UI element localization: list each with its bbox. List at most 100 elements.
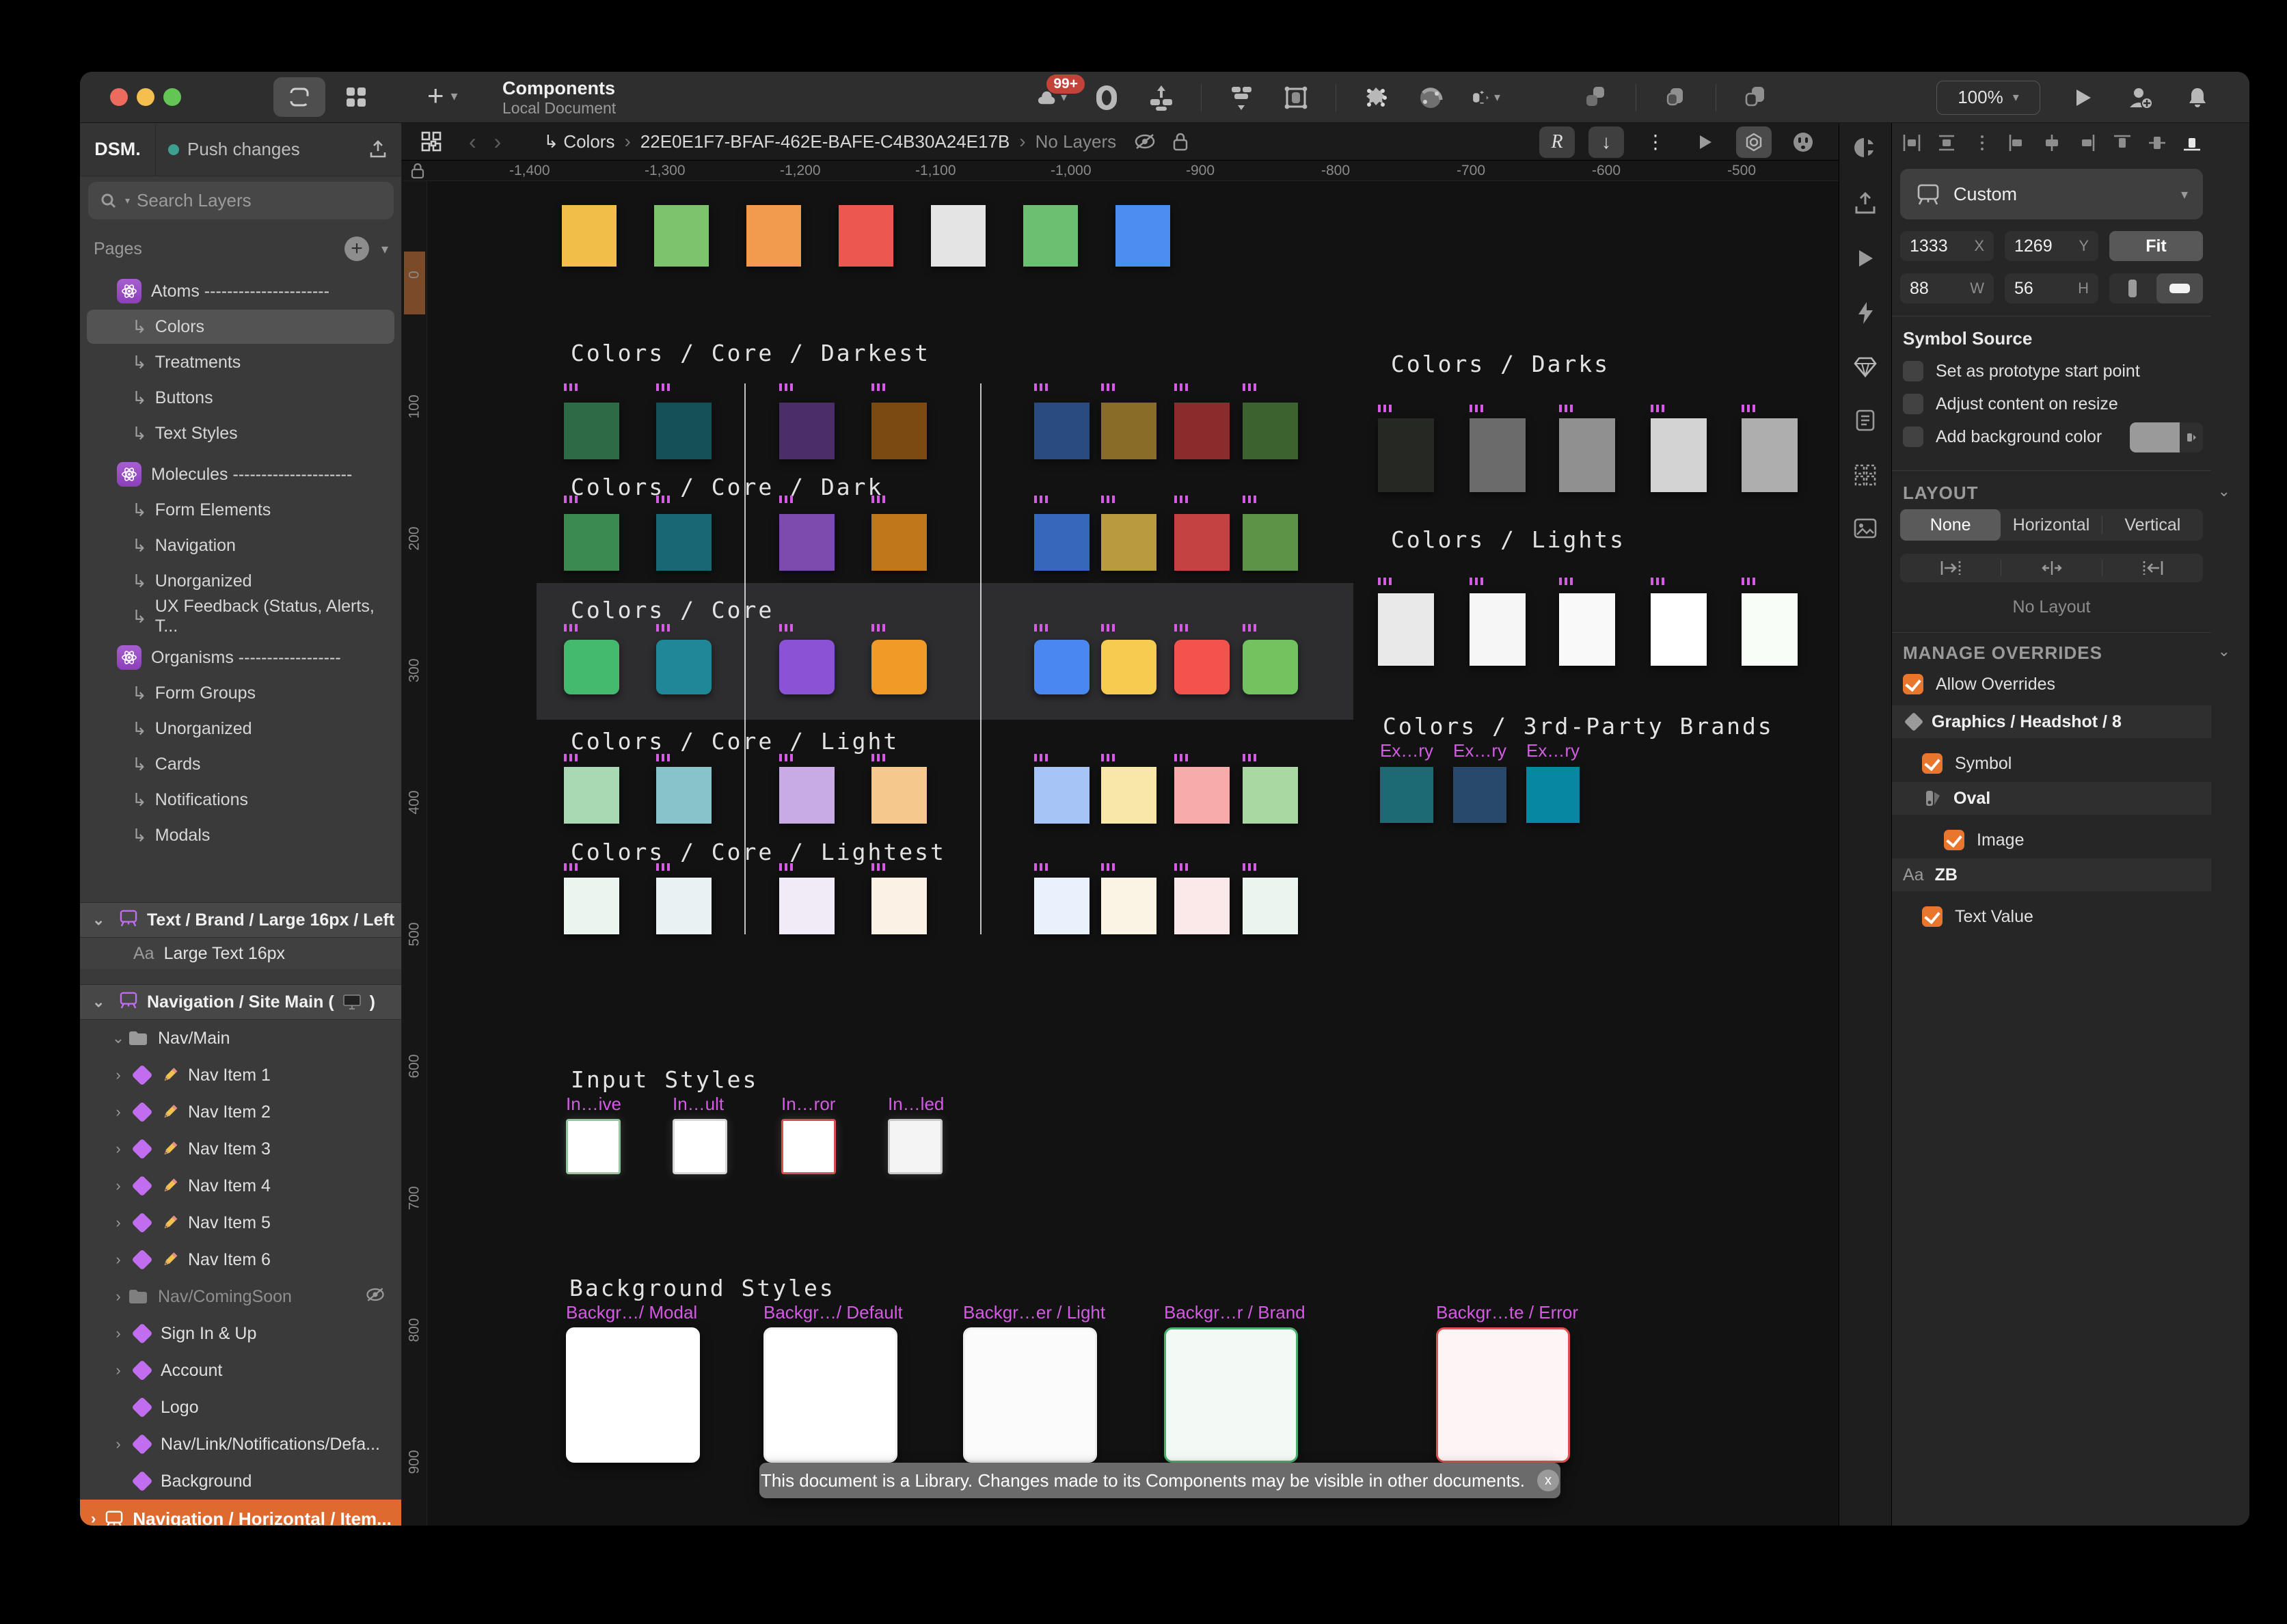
- color-swatch[interactable]: [1101, 878, 1156, 934]
- color-swatch[interactable]: [1034, 767, 1090, 824]
- color-swatch[interactable]: [1034, 640, 1090, 694]
- color-swatch[interactable]: [564, 767, 619, 824]
- background-style-swatch[interactable]: [763, 1327, 897, 1463]
- color-swatch[interactable]: [656, 403, 712, 459]
- expand-chevron-icon[interactable]: ›: [109, 1177, 128, 1195]
- artboard-title[interactable]: Colors / Darks: [1391, 351, 1610, 377]
- background-color-checkbox[interactable]: Add background color: [1903, 427, 2102, 447]
- input-style-swatch[interactable]: [781, 1119, 836, 1174]
- symbol-label-truncated-icon[interactable]: [564, 863, 578, 871]
- override-style-row[interactable]: Oval: [1892, 782, 2211, 815]
- pin-left-button[interactable]: [1900, 560, 2001, 576]
- color-swatch[interactable]: [656, 514, 712, 571]
- color-swatch[interactable]: [746, 205, 801, 267]
- unlink-symbol-icon[interactable]: [1741, 83, 1771, 113]
- text-value-checkbox[interactable]: Text Value: [1922, 906, 2033, 927]
- pin-right-button[interactable]: [2102, 560, 2203, 576]
- symbol-row-nav-item-2[interactable]: ›Nav Item 2: [80, 1094, 401, 1131]
- symbol-label[interactable]: Backgr…te / Error: [1436, 1302, 1578, 1323]
- color-swatch[interactable]: [1470, 593, 1526, 666]
- symbol-row-logo[interactable]: ›Logo: [80, 1389, 401, 1426]
- color-swatch[interactable]: [564, 878, 619, 934]
- symbol-label-truncated-icon[interactable]: [1034, 383, 1048, 391]
- symbol-row-nav-item-6[interactable]: ›Nav Item 6: [80, 1241, 401, 1278]
- color-swatch[interactable]: [1174, 640, 1230, 694]
- color-swatch[interactable]: [871, 640, 927, 694]
- vertical-ruler[interactable]: 0100200300400500600700800900: [402, 181, 427, 1526]
- add-collaborator-button[interactable]: [2125, 83, 2155, 113]
- distribute-vertical-icon[interactable]: [1936, 133, 1957, 153]
- symbol-label-truncated-icon[interactable]: [1174, 624, 1188, 632]
- prototype-start-checkbox[interactable]: Set as prototype start point: [1903, 361, 2140, 381]
- background-style-swatch[interactable]: [1436, 1327, 1570, 1463]
- chevron-down-icon[interactable]: ⌄: [92, 993, 110, 1011]
- color-swatch[interactable]: [654, 205, 709, 267]
- background-color-well[interactable]: [2130, 422, 2203, 452]
- sidebar-page-atoms-[interactable]: Atoms ----------------------: [80, 273, 401, 309]
- sidebar-page-molecules-[interactable]: Molecules ---------------------: [80, 457, 401, 492]
- symbol-label-truncated-icon[interactable]: [656, 863, 670, 871]
- pin-center-button[interactable]: [2001, 560, 2102, 576]
- symbol-label-truncated-icon[interactable]: [871, 754, 885, 761]
- symbol-label-truncated-icon[interactable]: [1034, 624, 1048, 632]
- frame-icon[interactable]: [1281, 83, 1311, 113]
- symbol-label[interactable]: Backgr…r / Brand: [1164, 1302, 1305, 1323]
- y-position-field[interactable]: 1269 Y: [2005, 231, 2098, 261]
- expand-chevron-icon[interactable]: ›: [109, 1140, 128, 1158]
- expand-chevron-icon[interactable]: ›: [109, 1103, 128, 1121]
- symbol-label-truncated-icon[interactable]: [1378, 405, 1392, 412]
- minimize-window-button[interactable]: [137, 88, 154, 106]
- color-swatch[interactable]: [1101, 767, 1156, 824]
- symbol-label-truncated-icon[interactable]: [871, 496, 885, 503]
- symbol-label[interactable]: Backgr…/ Modal: [566, 1302, 697, 1323]
- symbol-label-truncated-icon[interactable]: [564, 754, 578, 761]
- back-button[interactable]: ‹: [469, 129, 476, 154]
- symbol-label-truncated-icon[interactable]: [1101, 496, 1115, 503]
- input-style-swatch[interactable]: [888, 1119, 943, 1174]
- portrait-toggle[interactable]: [2109, 273, 2156, 303]
- symbol-label-truncated-icon[interactable]: [1378, 578, 1392, 585]
- sidebar-page-modals[interactable]: ↳Modals: [80, 817, 401, 853]
- symbol-label-truncated-icon[interactable]: [1174, 863, 1188, 871]
- symbol-label-truncated-icon[interactable]: [1243, 754, 1256, 761]
- artboard-title[interactable]: Background Styles: [569, 1275, 835, 1301]
- add-page-button[interactable]: +: [344, 236, 369, 261]
- color-swatch[interactable]: [1559, 593, 1615, 666]
- color-swatch[interactable]: [871, 878, 927, 934]
- symbol-label-truncated-icon[interactable]: [564, 383, 578, 391]
- expand-chevron-icon[interactable]: ›: [109, 1435, 128, 1453]
- color-swatch[interactable]: [931, 205, 986, 267]
- push-changes-button[interactable]: Push changes: [156, 123, 401, 176]
- color-swatch[interactable]: [1453, 767, 1506, 823]
- color-swatch[interactable]: [779, 514, 835, 571]
- symbol-label-truncated-icon[interactable]: [564, 496, 578, 503]
- symbol-label-truncated-icon[interactable]: [564, 624, 578, 632]
- artboard-title[interactable]: Colors / Core / Dark: [571, 474, 883, 500]
- align-bottom-icon[interactable]: [2182, 133, 2202, 153]
- symbol-label[interactable]: Ex…ry: [1380, 740, 1433, 761]
- more-options-kebab-icon[interactable]: ⋮: [1638, 126, 1673, 158]
- grid-view-toggle[interactable]: [334, 77, 378, 117]
- color-swatch[interactable]: [564, 514, 619, 571]
- artboard-title[interactable]: Input Styles: [571, 1066, 758, 1093]
- symbol-label-truncated-icon[interactable]: [1651, 405, 1664, 412]
- distribute-horizontal-icon[interactable]: [1902, 133, 1922, 153]
- lightning-icon[interactable]: [1855, 301, 1876, 325]
- preview-button[interactable]: [2068, 83, 2098, 113]
- symbol-label-truncated-icon[interactable]: [1243, 496, 1256, 503]
- expand-chevron-icon[interactable]: ›: [91, 1510, 96, 1526]
- selected-artboard-row[interactable]: ›Navigation / Horizontal / Item...: [80, 1500, 401, 1526]
- group-icon[interactable]: [1581, 83, 1611, 113]
- color-swatch[interactable]: [1742, 418, 1798, 492]
- expand-chevron-icon[interactable]: ›: [109, 1214, 128, 1232]
- sidebar-page-unorganized[interactable]: ↳Unorganized: [80, 563, 401, 599]
- expand-chevron-icon[interactable]: ›: [109, 1066, 128, 1084]
- component-grid-icon[interactable]: [420, 130, 443, 153]
- layout-grid-icon[interactable]: [1854, 463, 1877, 487]
- sidebar-page-buttons[interactable]: ↳Buttons: [80, 380, 401, 416]
- group-row-nav-main[interactable]: ⌄Nav/Main: [80, 1020, 401, 1057]
- symbol-row-nav-item-3[interactable]: ›Nav Item 3: [80, 1131, 401, 1167]
- color-swatch[interactable]: [1101, 403, 1156, 459]
- symbol-label[interactable]: Ex…ry: [1453, 740, 1506, 761]
- symbol-label[interactable]: Ex…ry: [1526, 740, 1580, 761]
